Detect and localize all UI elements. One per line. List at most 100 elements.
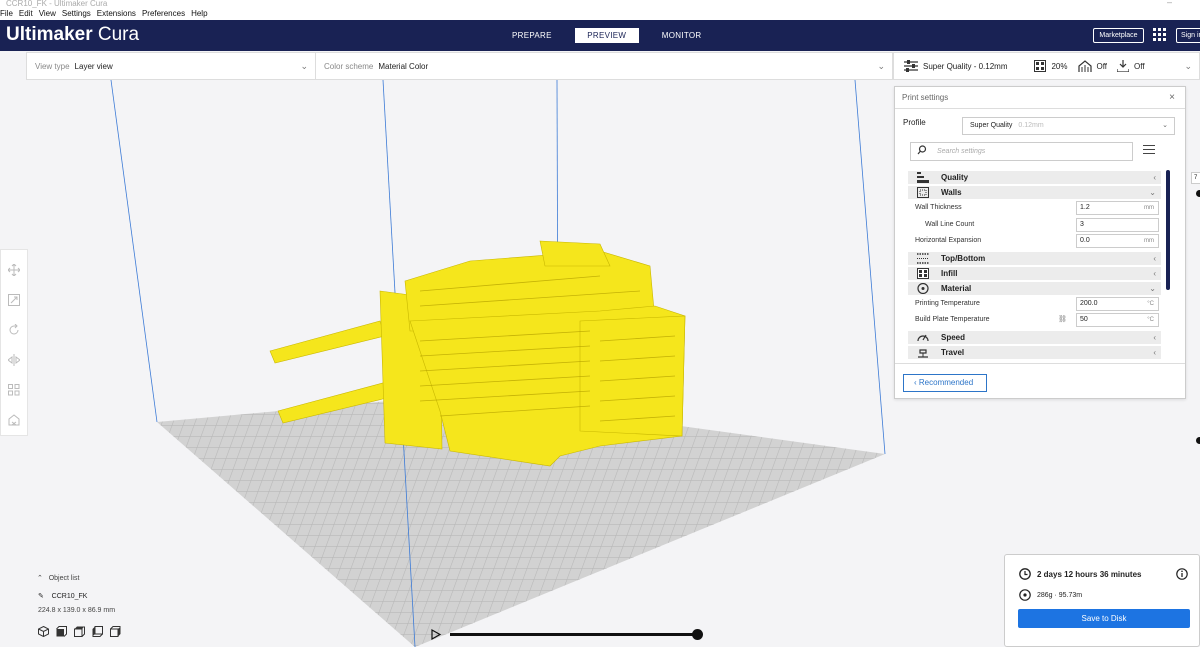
view-orientation-buttons [38,626,121,637]
category-speed[interactable]: Speed ‹ [908,330,1161,344]
marketplace-button[interactable]: Marketplace [1093,28,1144,43]
chevron-left-icon: ‹ [1153,332,1156,342]
menu-edit[interactable]: Edit [19,8,33,20]
wall-thickness-input[interactable]: 1.2 mm [1076,201,1159,215]
move-icon[interactable] [8,264,20,276]
category-material[interactable]: Material ⌄ [908,281,1161,295]
save-to-disk-button[interactable]: Save to Disk [1018,609,1190,628]
top-bottom-icon [917,252,929,264]
left-view-icon[interactable] [92,626,103,637]
support-value: Off [1096,61,1108,71]
infill-value: 20% [1051,61,1068,71]
category-top-bottom[interactable]: Top/Bottom ‹ [908,251,1161,265]
menu-bar: File Edit View Settings Extensions Prefe… [0,8,1200,20]
app-logo: Ultimaker Cura [6,24,140,45]
adhesion-icon [1117,60,1130,72]
color-scheme-label: Color scheme [324,61,374,71]
3d-view-icon[interactable] [38,626,49,637]
category-travel[interactable]: Travel ‹ [908,345,1161,359]
object-list-toggle[interactable]: ⌃ Object list [37,574,79,582]
category-infill[interactable]: Infill ‹ [908,266,1161,280]
menu-preferences[interactable]: Preferences [142,8,185,20]
minimize-button[interactable]: – [1167,0,1172,7]
build-plate-temperature-input[interactable]: 50 °C [1076,313,1159,327]
close-icon[interactable]: × [1169,87,1175,109]
panel-header: Print settings × [895,87,1185,109]
sign-in-button[interactable]: Sign in [1176,28,1200,43]
link-icon[interactable]: ⛓ [1058,312,1067,328]
setting-wall-thickness: Wall Thickness 1.2 mm [908,200,1161,217]
category-walls[interactable]: Walls ⌄ [908,186,1161,199]
support-icon [1077,59,1092,72]
color-scheme-selector[interactable]: Color scheme Material Color ⌄ [315,52,893,80]
layer-progress-track[interactable] [450,633,698,636]
rotate-icon[interactable] [8,324,20,336]
scale-icon[interactable] [8,294,20,306]
menu-settings[interactable]: Settings [62,8,91,20]
mirror-icon[interactable] [8,354,20,366]
speed-gauge-icon [917,334,929,341]
print-setup-selector[interactable]: Super Quality - 0.12mm 20% Off Off ⌄ [893,52,1200,80]
view-type-value: Layer view [74,61,113,71]
menu-help[interactable]: Help [191,8,207,20]
object-list-item[interactable]: ✎ CCR10_FK [38,592,87,600]
clock-icon [1019,568,1031,580]
wall-line-count-input[interactable]: 3 [1076,217,1159,232]
right-view-icon[interactable] [110,626,121,637]
adhesion-value: Off [1134,61,1145,71]
chevron-left-icon: ‹ [1153,253,1156,263]
menu-view[interactable]: View [39,8,56,20]
horizontal-expansion-input[interactable]: 0.0 mm [1076,234,1159,248]
search-settings-input[interactable]: Search settings [910,142,1133,161]
transform-tools-panel [0,249,28,436]
infill-icon [1034,60,1047,72]
quality-icon [917,172,929,183]
apps-grid-icon[interactable] [1153,28,1166,41]
settings-list[interactable]: Quality ‹ Walls ⌄ Wall Thickness 1.2 mm Wal… [908,169,1161,362]
adhesion-summary: Off [1117,60,1145,72]
tab-prepare[interactable]: PREPARE [500,28,564,43]
quality-value: Super Quality - 0.12mm [923,61,1008,71]
travel-icon [918,348,928,358]
tab-preview[interactable]: PREVIEW [574,28,639,43]
panel-footer: ‹ Recommended [895,363,1185,398]
search-icon [917,145,927,155]
support-blocker-icon[interactable] [8,414,20,426]
chevron-down-icon: ⌄ [1162,122,1168,129]
chevron-left-icon: ‹ [1153,173,1156,182]
tab-monitor[interactable]: MONITOR [650,28,714,43]
category-quality[interactable]: Quality ‹ [908,171,1161,184]
window-title: CCR10_FK - Ultimaker Cura [6,0,108,8]
settings-scrollbar[interactable] [1166,170,1170,290]
top-view-icon[interactable] [74,626,85,637]
support-summary: Off [1077,59,1108,73]
chevron-left-icon: ‹ [1153,347,1156,357]
play-icon[interactable] [431,629,441,640]
quality-summary: Super Quality - 0.12mm [904,60,1007,72]
layer-slider-top-handle[interactable] [1196,190,1200,197]
infill-summary: 20% [1034,60,1068,72]
setting-wall-line-count: Wall Line Count 3 [908,217,1161,234]
panel-title: Print settings [902,93,949,102]
infill-icon [917,267,929,279]
view-type-label: View type [35,61,70,71]
print-time: 2 days 12 hours 36 minutes [1037,570,1142,579]
layer-progress-handle[interactable] [692,629,703,640]
per-model-settings-icon[interactable] [8,384,20,396]
chevron-down-icon: ⌄ [1149,283,1156,293]
layer-slider-bottom-handle[interactable] [1196,437,1200,444]
menu-extensions[interactable]: Extensions [97,8,136,20]
profile-dropdown[interactable]: Super Quality 0.12mm ⌄ [962,117,1175,135]
view-type-selector[interactable]: View type Layer view ⌄ [26,52,316,80]
window-title-bar: CCR10_FK - Ultimaker Cura – [0,0,1200,8]
front-view-icon[interactable] [56,626,67,637]
chevron-down-icon: ⌄ [877,61,885,71]
setting-horizontal-expansion: Horizontal Expansion 0.0 mm [908,233,1161,250]
printing-temperature-input[interactable]: 200.0 °C [1076,296,1159,311]
info-icon[interactable] [1176,568,1188,580]
chevron-down-icon: ⌄ [1184,61,1192,71]
recommended-button[interactable]: ‹ Recommended [903,374,987,392]
menu-file[interactable]: File [0,8,13,20]
chevron-down-icon: ⌄ [300,61,308,71]
settings-visibility-menu-icon[interactable] [1143,145,1155,157]
